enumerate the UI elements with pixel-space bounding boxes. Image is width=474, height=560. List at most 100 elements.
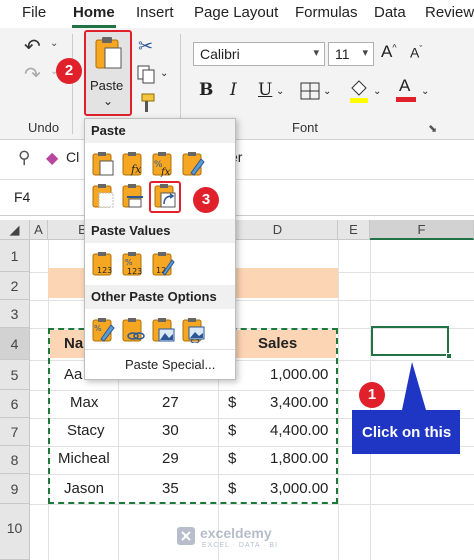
no-borders-icon[interactable] xyxy=(91,183,115,209)
cell-sales[interactable]: 1,800.00 xyxy=(270,450,328,467)
watermark-brand: exceldemy xyxy=(200,525,272,541)
values-source-formatting-icon[interactable]: 12 xyxy=(151,251,175,277)
watermark: exceldemy EXCEL · DATA · BI xyxy=(176,524,316,554)
copy-icon[interactable] xyxy=(136,64,156,84)
increase-font-size-button[interactable]: A^ xyxy=(381,42,397,62)
selected-cell-f4[interactable] xyxy=(371,326,449,356)
decrease-font-size-button[interactable]: Aˇ xyxy=(410,44,422,61)
column-header-a[interactable]: A xyxy=(30,220,48,240)
paste-values-icon[interactable]: 123 xyxy=(91,251,115,277)
name-box[interactable]: F4 xyxy=(14,189,30,205)
cut-icon[interactable]: ✂ xyxy=(138,36,153,57)
cell-name[interactable]: Jason xyxy=(64,480,104,497)
paste-special-menu-item[interactable]: Paste Special... xyxy=(125,357,215,372)
paste-formulas-number-formatting-icon[interactable]: % fx xyxy=(151,151,175,177)
cell-qty[interactable]: 30 xyxy=(162,422,179,439)
undo-dropdown-icon[interactable]: ⌄ xyxy=(50,38,58,49)
tab-insert[interactable]: Insert xyxy=(136,4,174,21)
fill-color-dropdown-icon[interactable]: ⌄ xyxy=(373,86,381,97)
row-header-5[interactable]: 5 xyxy=(0,360,30,390)
tab-home[interactable]: Home xyxy=(73,4,115,21)
cell-sales[interactable]: 3,000.00 xyxy=(270,480,328,497)
row-header-1[interactable]: 1 xyxy=(0,240,30,272)
underline-dropdown-icon[interactable]: ⌄ xyxy=(276,86,284,97)
row-header-4[interactable]: 4 xyxy=(0,328,30,360)
font-color-dropdown-icon[interactable]: ⌄ xyxy=(421,86,429,97)
borders-dropdown-icon[interactable]: ⌄ xyxy=(323,86,331,97)
paste-formatting-icon[interactable]: % xyxy=(91,317,115,343)
paste-link-icon[interactable] xyxy=(121,317,145,343)
row-header-2[interactable]: 2 xyxy=(0,272,30,300)
cell-qty[interactable]: 27 xyxy=(162,394,179,411)
paste-options-menu: Paste fx % fx 3 Paste Values 123 % 123 1… xyxy=(84,118,236,380)
fill-color-icon[interactable] xyxy=(348,78,370,104)
column-header-d[interactable]: D xyxy=(218,220,338,240)
cell-name[interactable]: Max xyxy=(70,394,98,411)
row-header-8[interactable]: 8 xyxy=(0,446,30,474)
redo-icon[interactable]: ↷ xyxy=(24,62,41,87)
menu-section-paste-values: Paste Values xyxy=(85,219,235,243)
cell-sales[interactable]: 3,400.00 xyxy=(270,394,328,411)
cell-currency: $ xyxy=(228,450,237,467)
font-color-button[interactable]: A xyxy=(396,76,416,102)
paste-highlight-box xyxy=(84,30,132,116)
cell-sales[interactable]: 1,000.00 xyxy=(270,366,328,383)
undo-icon[interactable]: ↶ xyxy=(24,34,41,59)
cell-name[interactable]: Aa xyxy=(64,366,82,383)
cell-name[interactable]: Micheal xyxy=(58,450,110,467)
copy-dropdown-icon[interactable]: ⌄ xyxy=(160,68,168,79)
font-dialog-launcher-icon[interactable]: ⬊ xyxy=(428,122,437,135)
step-badge-2: 2 xyxy=(56,58,82,84)
cell-name[interactable]: Stacy xyxy=(67,422,105,439)
keep-column-widths-icon[interactable] xyxy=(121,183,145,209)
fill-handle[interactable] xyxy=(446,353,452,359)
eraser-icon[interactable]: ◆ xyxy=(46,148,58,168)
svg-text:%: % xyxy=(94,324,102,333)
select-all-corner[interactable]: ◢ xyxy=(0,220,30,240)
svg-text:123: 123 xyxy=(97,266,112,275)
step-badge-1: 1 xyxy=(359,382,385,408)
italic-button[interactable]: I xyxy=(230,80,237,100)
underline-button[interactable]: U xyxy=(258,80,272,100)
linked-picture-icon[interactable] xyxy=(181,317,205,343)
format-painter-icon[interactable] xyxy=(136,92,156,114)
row-header-9[interactable]: 9 xyxy=(0,474,30,504)
column-header-e[interactable]: E xyxy=(338,220,370,240)
column-header-f[interactable]: F xyxy=(370,220,474,240)
clear-label[interactable]: Cl xyxy=(66,149,79,165)
paste-formulas-icon[interactable]: fx xyxy=(121,151,145,177)
ribbon-tab-bar: File Home Insert Page Layout Formulas Da… xyxy=(0,0,474,28)
menu-section-other-paste-options: Other Paste Options xyxy=(85,285,235,309)
font-size-select[interactable]: 11 ▾ xyxy=(328,42,374,66)
borders-icon[interactable] xyxy=(300,82,320,100)
cell-currency: $ xyxy=(228,480,237,497)
tab-file[interactable]: File xyxy=(22,4,46,21)
tab-data[interactable]: Data xyxy=(374,4,406,21)
chevron-down-icon: ▾ xyxy=(313,47,319,59)
row-header-3[interactable]: 3 xyxy=(0,300,30,328)
bold-button[interactable]: B xyxy=(199,80,213,100)
cell-qty[interactable]: 29 xyxy=(162,450,179,467)
exceldemy-logo-icon xyxy=(177,527,195,545)
row-header-6[interactable]: 6 xyxy=(0,390,30,418)
table-header-sales: Sales xyxy=(258,335,298,352)
ribbon-home: ↶ ⌄ ↷ ⌄ Undo Paste ⌄ ✂ ⌄ Calibri ▾ 11 ▾ … xyxy=(0,28,474,140)
keep-source-formatting-icon[interactable] xyxy=(181,151,205,177)
tab-formulas[interactable]: Formulas xyxy=(295,4,358,21)
font-name-select[interactable]: Calibri ▾ xyxy=(193,42,325,66)
group-separator xyxy=(72,34,73,134)
tab-page-layout[interactable]: Page Layout xyxy=(194,4,278,21)
cell-currency: $ xyxy=(228,422,237,439)
paste-picture-icon[interactable] xyxy=(151,317,175,343)
row-header-7[interactable]: 7 xyxy=(0,418,30,446)
row-header-10[interactable]: 10 xyxy=(0,504,30,560)
svg-text:fx: fx xyxy=(130,163,142,176)
tab-review[interactable]: Review xyxy=(425,4,474,21)
font-color-swatch xyxy=(396,97,416,102)
search-icon[interactable]: ⚲ xyxy=(18,148,30,168)
paste-icon[interactable] xyxy=(91,151,115,177)
svg-text:%: % xyxy=(125,258,133,267)
cell-sales[interactable]: 4,400.00 xyxy=(270,422,328,439)
cell-qty[interactable]: 35 xyxy=(162,480,179,497)
values-number-formatting-icon[interactable]: % 123 xyxy=(121,251,145,277)
